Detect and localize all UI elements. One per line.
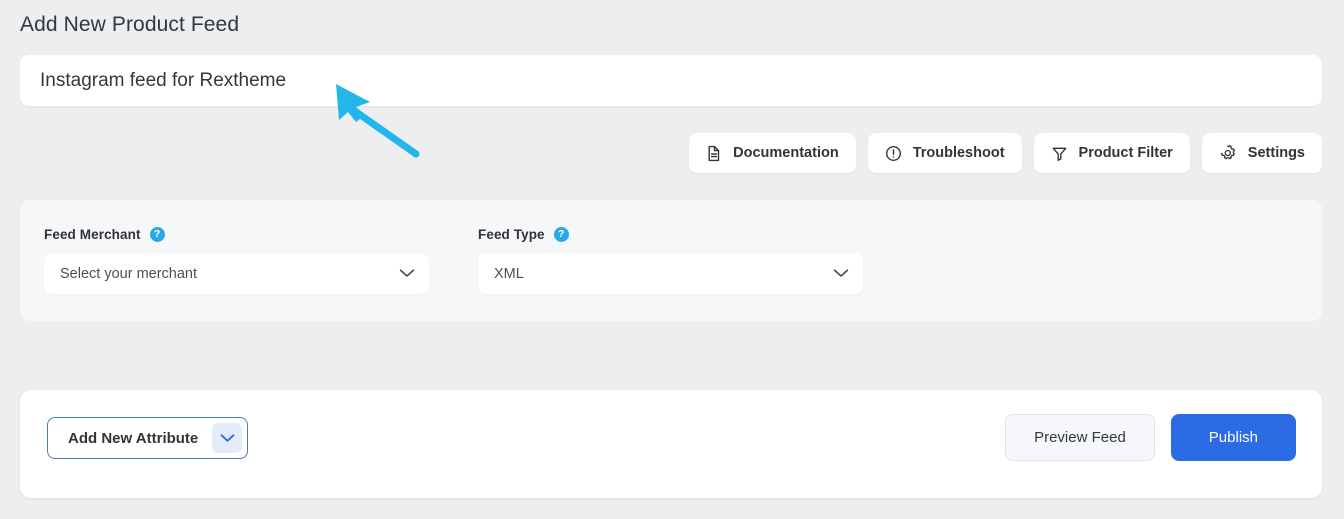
product-filter-button[interactable]: Product Filter [1034, 133, 1190, 173]
feed-type-value: XML [494, 266, 524, 282]
documentation-button[interactable]: Documentation [689, 133, 856, 173]
chevron-down-icon [399, 265, 415, 283]
feed-type-field: Feed Type ? XML [478, 226, 863, 294]
chevron-down-icon [833, 265, 849, 283]
preview-feed-button[interactable]: Preview Feed [1005, 414, 1155, 461]
gear-icon [1219, 144, 1237, 162]
page-title: Add New Product Feed [20, 13, 239, 37]
feed-merchant-label: Feed Merchant [44, 227, 141, 242]
publish-button[interactable]: Publish [1171, 414, 1296, 461]
add-new-attribute-button[interactable]: Add New Attribute [47, 417, 248, 459]
feed-type-label-row: Feed Type ? [478, 226, 863, 243]
product-filter-label: Product Filter [1079, 145, 1173, 161]
feed-type-select[interactable]: XML [478, 253, 863, 294]
feed-merchant-select[interactable]: Select your merchant [44, 253, 429, 294]
add-new-attribute-label: Add New Attribute [48, 430, 212, 447]
troubleshoot-button[interactable]: Troubleshoot [868, 133, 1022, 173]
document-icon [706, 145, 722, 162]
primary-actions: Preview Feed Publish [1005, 414, 1296, 461]
feed-merchant-field: Feed Merchant ? Select your merchant [44, 226, 429, 294]
toolbar: Documentation Troubleshoot Product Filte… [689, 133, 1322, 173]
settings-button[interactable]: Settings [1202, 133, 1322, 173]
funnel-icon [1051, 145, 1068, 162]
help-icon[interactable]: ? [554, 227, 569, 242]
troubleshoot-label: Troubleshoot [913, 145, 1005, 161]
alert-circle-icon [885, 145, 902, 162]
feed-name-input[interactable] [20, 55, 1322, 106]
help-icon[interactable]: ? [150, 227, 165, 242]
feed-type-label: Feed Type [478, 227, 545, 242]
documentation-label: Documentation [733, 145, 839, 161]
feed-merchant-label-row: Feed Merchant ? [44, 226, 429, 243]
settings-label: Settings [1248, 145, 1305, 161]
feed-merchant-value: Select your merchant [60, 266, 197, 282]
feed-settings-card: Feed Merchant ? Select your merchant Fee… [20, 200, 1322, 321]
action-bar: Add New Attribute Preview Feed Publish [20, 390, 1322, 498]
add-attribute-dropdown-toggle[interactable] [212, 423, 242, 453]
